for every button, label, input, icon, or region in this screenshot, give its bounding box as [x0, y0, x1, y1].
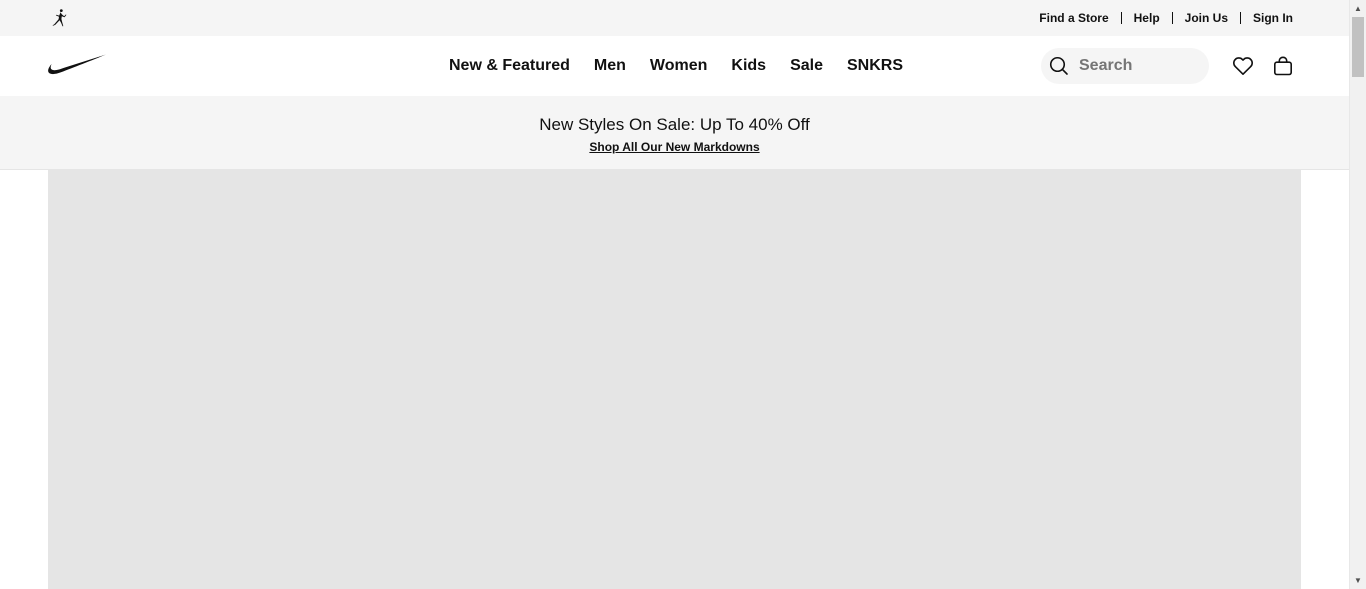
utility-bar: Find a Store Help Join Us Sign In	[0, 0, 1349, 36]
sign-in-link[interactable]: Sign In	[1253, 11, 1293, 25]
scroll-down-arrow-icon[interactable]: ▼	[1350, 572, 1366, 589]
search-icon[interactable]	[1041, 48, 1077, 84]
nav-item-sale[interactable]: Sale	[790, 57, 823, 75]
page-content: Find a Store Help Join Us Sign In New & …	[0, 0, 1349, 589]
nav-item-snkrs[interactable]: SNKRS	[847, 57, 903, 75]
shopping-bag-icon[interactable]	[1265, 48, 1301, 84]
nav-item-kids[interactable]: Kids	[731, 57, 766, 75]
main-header: New & Featured Men Women Kids Sale SNKRS	[0, 36, 1349, 96]
nav-item-women[interactable]: Women	[650, 57, 707, 75]
utility-links: Find a Store Help Join Us Sign In	[1039, 0, 1293, 36]
utility-divider	[1171, 12, 1173, 24]
nike-swoosh-icon[interactable]	[47, 53, 107, 77]
shop-markdowns-link[interactable]: Shop All Our New Markdowns	[589, 140, 759, 154]
promo-title: New Styles On Sale: Up To 40% Off	[539, 115, 810, 134]
hero-image-placeholder[interactable]	[48, 170, 1301, 589]
nav-item-new-featured[interactable]: New & Featured	[449, 57, 570, 75]
help-link[interactable]: Help	[1134, 11, 1160, 25]
search-input[interactable]	[1077, 57, 1199, 75]
utility-divider	[1240, 12, 1241, 24]
find-a-store-link[interactable]: Find a Store	[1039, 11, 1108, 25]
vertical-scrollbar[interactable]: ▲ ▼	[1349, 0, 1366, 589]
page: Find a Store Help Join Us Sign In New & …	[0, 0, 1366, 589]
heart-icon[interactable]	[1225, 48, 1261, 84]
scroll-up-arrow-icon[interactable]: ▲	[1350, 0, 1366, 17]
utility-divider	[1120, 12, 1122, 24]
join-us-link[interactable]: Join Us	[1185, 11, 1228, 25]
nav-item-men[interactable]: Men	[594, 57, 626, 75]
promo-banner: New Styles On Sale: Up To 40% Off Shop A…	[0, 96, 1349, 170]
search-box	[1041, 48, 1209, 84]
scrollbar-thumb[interactable]	[1352, 17, 1364, 77]
jordan-jumpman-icon[interactable]	[50, 8, 70, 28]
primary-nav: New & Featured Men Women Kids Sale SNKRS	[449, 36, 903, 96]
